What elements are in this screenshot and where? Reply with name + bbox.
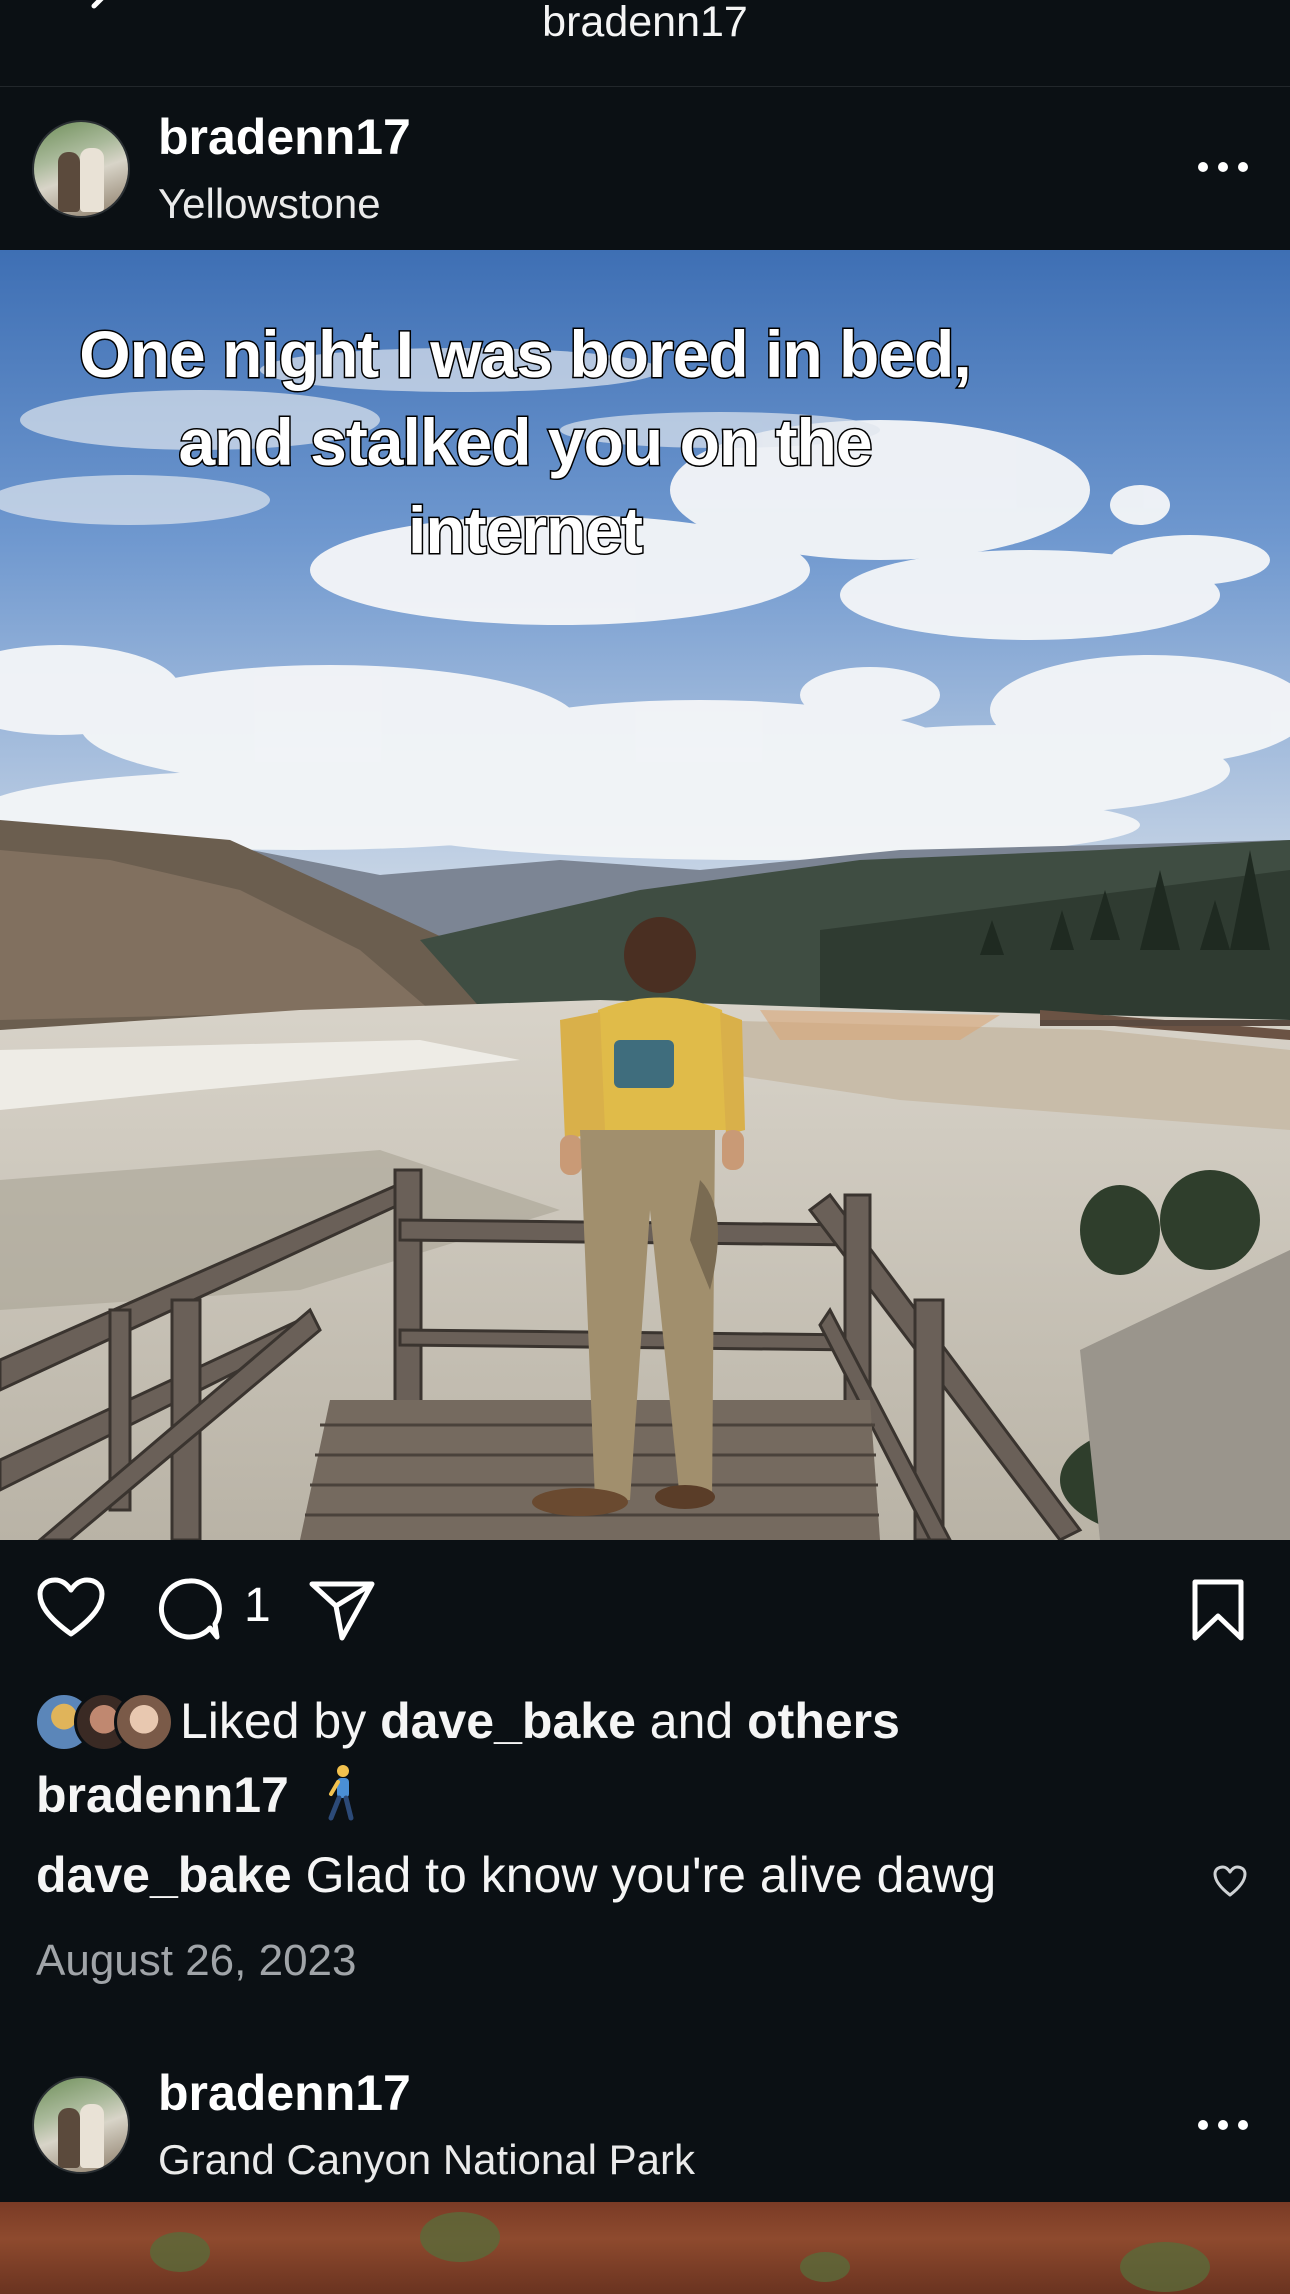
- post-photo[interactable]: One night I was bored in bed, and stalke…: [0, 250, 1290, 1540]
- comment[interactable]: dave_bake Glad to know you're alive dawg: [36, 1846, 996, 1904]
- more-icon[interactable]: [1198, 2120, 1248, 2134]
- avatar[interactable]: [32, 2076, 130, 2174]
- top-bar: bradenn17: [0, 0, 1290, 87]
- heart-icon[interactable]: [36, 1576, 106, 1640]
- post-username[interactable]: bradenn17: [158, 2064, 411, 2122]
- comment-text: Glad to know you're alive dawg: [305, 1847, 997, 1903]
- post-header: bradenn17 Yellowstone: [0, 88, 1290, 248]
- caption-username[interactable]: bradenn17: [36, 1767, 289, 1823]
- more-icon[interactable]: [1198, 162, 1248, 176]
- post-actions: 1: [0, 1572, 1290, 1652]
- avatar[interactable]: [32, 120, 130, 218]
- liked-by-others[interactable]: others: [747, 1693, 900, 1749]
- post-caption: bradenn17: [36, 1764, 361, 1824]
- post-header: bradenn17 Grand Canyon National Park: [0, 2040, 1290, 2200]
- comment-username[interactable]: dave_bake: [36, 1847, 292, 1903]
- overlay-line-3: internet: [406, 492, 644, 569]
- post-date: August 26, 2023: [36, 1936, 357, 1985]
- page-title: bradenn17: [542, 0, 748, 46]
- person-walking-emoji: [328, 1765, 354, 1821]
- liked-by-and: and: [649, 1693, 734, 1749]
- comment-icon[interactable]: [156, 1576, 222, 1642]
- liker-avatar: [114, 1692, 174, 1752]
- overlay-line-1: One night I was bored in bed,: [78, 316, 973, 393]
- liked-by-text: Liked by dave_bake and others: [180, 1692, 900, 1750]
- post-username[interactable]: bradenn17: [158, 108, 411, 166]
- comment-count[interactable]: 1: [244, 1578, 271, 1633]
- post-location[interactable]: Grand Canyon National Park: [158, 2136, 695, 2184]
- liked-by-user[interactable]: dave_bake: [380, 1693, 636, 1749]
- share-icon[interactable]: [308, 1578, 376, 1642]
- liked-by-prefix: Liked by: [180, 1693, 367, 1749]
- bookmark-icon[interactable]: [1190, 1578, 1246, 1642]
- overlay-line-2: and stalked you on the: [177, 404, 874, 481]
- photo-text-overlay: One night I was bored in bed, and stalke…: [0, 310, 1050, 574]
- post-photo[interactable]: [0, 2202, 1290, 2294]
- small-heart-icon[interactable]: [1212, 1864, 1248, 1898]
- post-location[interactable]: Yellowstone: [158, 180, 381, 228]
- likes-row[interactable]: Liked by dave_bake and others: [34, 1690, 1234, 1752]
